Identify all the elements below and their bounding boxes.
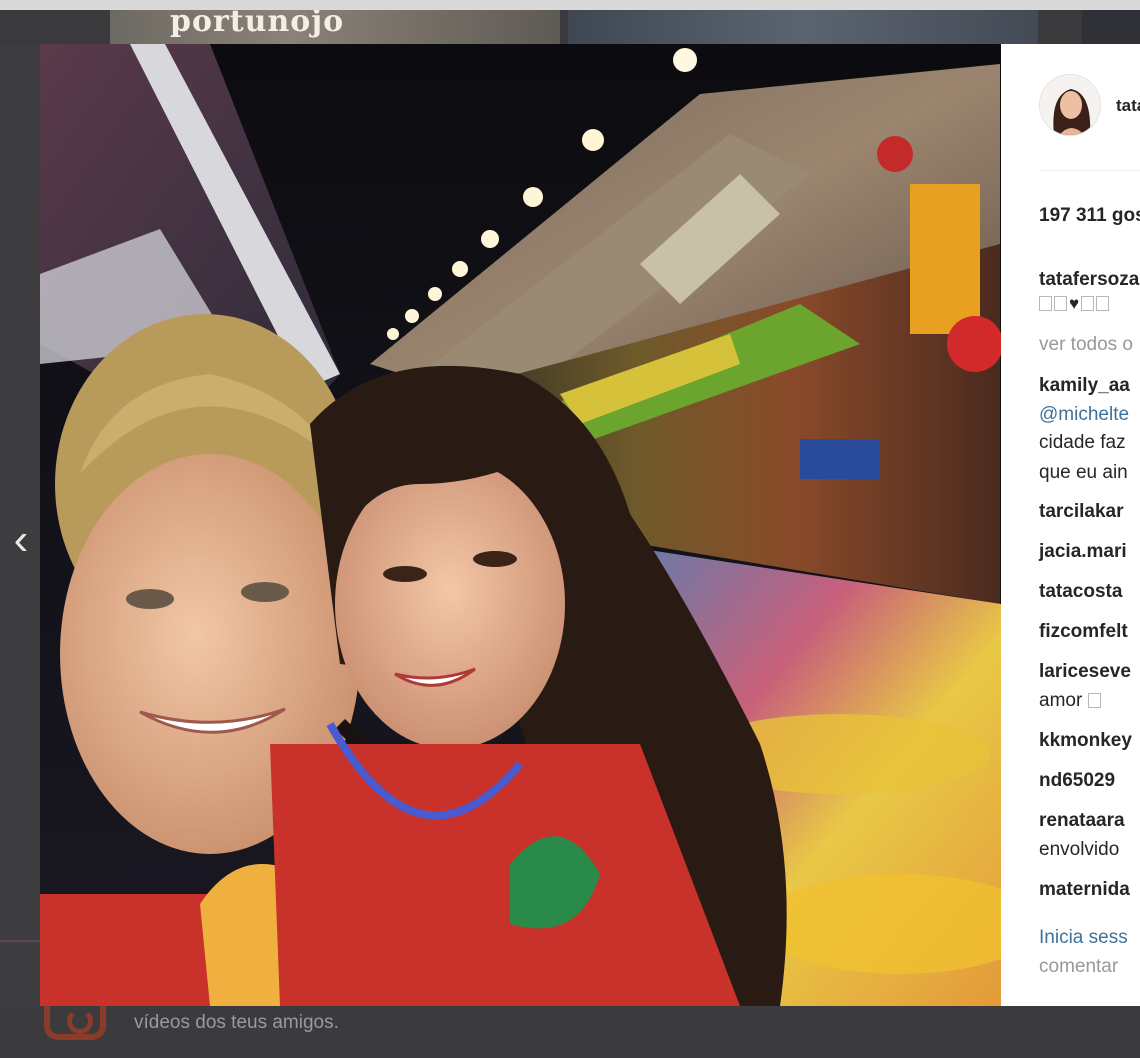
comment-user-3[interactable]: tatacosta bbox=[1039, 580, 1122, 604]
comment-user-1[interactable]: tarcilakar bbox=[1039, 500, 1124, 524]
comment-text-line: que eu ain bbox=[1039, 462, 1128, 483]
previous-arrow-icon[interactable]: ‹ bbox=[4, 517, 38, 563]
comment-text-line: amor bbox=[1039, 689, 1103, 713]
comment-user-2[interactable]: jacia.mari bbox=[1039, 540, 1127, 564]
comment-mention[interactable]: @michelte bbox=[1039, 403, 1129, 427]
comment-user-4[interactable]: fizcomfelt bbox=[1039, 620, 1128, 644]
comment-prompt: comentar bbox=[1039, 956, 1119, 977]
background-banner-3 bbox=[1082, 10, 1140, 44]
browser-top-edge bbox=[0, 0, 1140, 10]
comment-user-6[interactable]: kkmonkey bbox=[1039, 729, 1132, 753]
comment-user-0[interactable]: kamily_aa bbox=[1039, 374, 1130, 398]
comment-text-line: envolvido bbox=[1039, 839, 1120, 860]
caption-emojis: ♥ bbox=[1039, 292, 1111, 316]
avatar[interactable] bbox=[1039, 74, 1101, 136]
header-divider bbox=[1039, 170, 1140, 171]
comment-text-line: cidade faz bbox=[1039, 432, 1126, 453]
post-username[interactable]: tatafersoza bbox=[1116, 96, 1140, 116]
comment-user-8[interactable]: renataara bbox=[1039, 809, 1125, 833]
likes-count[interactable]: 197 311 gos bbox=[1039, 205, 1140, 227]
instagram-icon bbox=[44, 1004, 106, 1040]
background-logo-text: portunojo bbox=[170, 10, 345, 39]
background-banner-2 bbox=[568, 10, 1038, 44]
avatar-image bbox=[1040, 75, 1100, 135]
background-banner-1: portunojo bbox=[110, 10, 560, 44]
caption-username[interactable]: tatafersozа bbox=[1039, 268, 1139, 292]
view-all-comments[interactable]: ver todos o bbox=[1039, 333, 1133, 357]
post-photo[interactable] bbox=[40, 44, 1001, 1006]
post-side-panel: tatafersoza 197 311 gos tatafersozа ♥ ve… bbox=[1001, 44, 1140, 1006]
comment-user-7[interactable]: nd65029 bbox=[1039, 769, 1115, 793]
photo-illustration bbox=[40, 44, 1001, 1006]
background-divider bbox=[0, 940, 40, 942]
comment-user-5[interactable]: lariceseve bbox=[1039, 660, 1131, 684]
background-footer-text: vídeos dos teus amigos. bbox=[134, 1012, 339, 1033]
login-link[interactable]: Inicia sess bbox=[1039, 926, 1128, 950]
comment-user-9[interactable]: maternida bbox=[1039, 878, 1130, 902]
